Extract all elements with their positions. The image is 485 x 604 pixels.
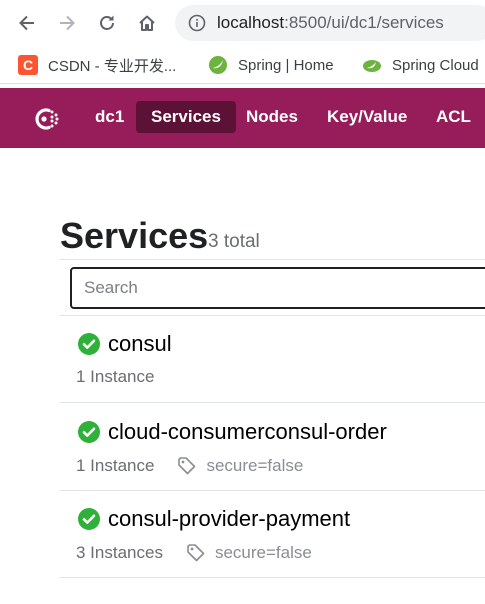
bookmark-label: Spring | Home: [238, 56, 334, 74]
bookmark-csdn[interactable]: C CSDN - 专业开发...: [18, 54, 176, 76]
datacenter-selector[interactable]: dc1: [95, 101, 124, 133]
url-path: :8500/ui/dc1/services: [284, 13, 444, 32]
service-tag: secure=false: [176, 455, 303, 477]
nav-services[interactable]: Services: [136, 101, 236, 133]
spring-icon: [208, 55, 228, 75]
services-total: 3 total: [208, 231, 260, 252]
nav-acl[interactable]: ACL: [436, 101, 471, 133]
service-row-consul[interactable]: consul 1 Instance: [60, 315, 485, 403]
search-input[interactable]: [70, 267, 485, 309]
consul-navbar: dc1 Services Nodes Key/Value ACL: [0, 88, 485, 148]
service-tag: secure=false: [185, 542, 312, 564]
tag-text: secure=false: [214, 543, 312, 562]
bookmark-label: CSDN - 专业开发...: [48, 57, 177, 75]
bookmark-label: Spring Cloud: [392, 56, 479, 74]
service-row-cloud-consumerconsul-order[interactable]: cloud-consumerconsul-order 1 Instance se…: [60, 403, 485, 491]
passing-check-icon: [78, 333, 100, 355]
instance-count: 1 Instance: [76, 456, 155, 475]
instance-count: 3 Instances: [76, 543, 163, 562]
info-icon[interactable]: [188, 14, 206, 32]
service-name[interactable]: consul: [108, 331, 172, 357]
arrow-right-icon: [60, 15, 75, 31]
spring-cloud-icon: [362, 55, 382, 75]
page-title: Services: [60, 215, 209, 256]
forward-button[interactable]: [54, 10, 80, 36]
service-row-consul-provider-payment[interactable]: consul-provider-payment 3 Instances secu…: [60, 490, 485, 578]
nav-nodes[interactable]: Nodes: [246, 101, 298, 133]
tag-icon: [187, 544, 205, 562]
url-text: localhost:8500/ui/dc1/services: [217, 13, 444, 33]
divider: [60, 577, 485, 578]
back-button[interactable]: [14, 10, 40, 36]
home-icon: [139, 15, 155, 31]
address-bar[interactable]: localhost:8500/ui/dc1/services: [175, 5, 485, 41]
service-meta: 3 Instances secure=false: [76, 542, 312, 564]
arrow-left-icon: [19, 15, 34, 31]
url-host: localhost: [217, 13, 285, 32]
browser-toolbar: localhost:8500/ui/dc1/services: [0, 0, 485, 46]
instance-count: 1 Instance: [76, 367, 155, 386]
reload-icon: [100, 15, 114, 30]
reload-button[interactable]: [94, 10, 120, 36]
tag-text: secure=false: [206, 456, 304, 475]
service-meta: 1 Instance secure=false: [76, 455, 303, 477]
consul-logo-icon[interactable]: [28, 101, 64, 137]
service-name[interactable]: consul-provider-payment: [108, 506, 350, 532]
nav-key-value[interactable]: Key/Value: [327, 101, 407, 133]
service-name[interactable]: cloud-consumerconsul-order: [108, 419, 387, 445]
divider: [60, 259, 485, 260]
tag-icon: [178, 457, 196, 475]
service-meta: 1 Instance: [76, 367, 154, 387]
passing-check-icon: [78, 421, 100, 443]
bookmarks-bar: C CSDN - 专业开发... Spring | Home Spring Cl…: [0, 46, 485, 84]
passing-check-icon: [78, 508, 100, 530]
bookmark-spring-home[interactable]: Spring | Home: [208, 54, 334, 76]
bookmark-spring-cloud[interactable]: Spring Cloud: [362, 54, 479, 76]
csdn-icon: C: [18, 55, 38, 75]
home-button[interactable]: [134, 10, 160, 36]
